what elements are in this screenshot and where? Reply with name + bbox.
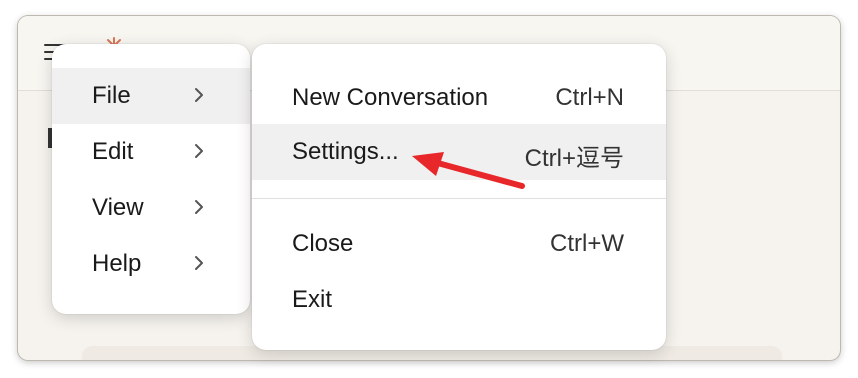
- menu-item-edit[interactable]: Edit: [52, 124, 250, 180]
- menu-item-settings[interactable]: Settings... Ctrl+逗号: [252, 124, 666, 180]
- menu-item-label: New Conversation: [292, 84, 489, 111]
- file-submenu: New Conversation Ctrl+N Settings... Ctrl…: [252, 44, 666, 350]
- chevron-right-icon: [195, 256, 203, 270]
- menu-item-label: Help: [92, 250, 142, 277]
- main-menu: File Edit View Help: [52, 44, 250, 314]
- chevron-right-icon: [195, 88, 203, 102]
- menu-item-view[interactable]: View: [52, 180, 250, 236]
- chevron-right-icon: [195, 144, 203, 158]
- menu-item-label: Edit: [92, 138, 134, 165]
- menu-item-label: Exit: [292, 286, 333, 313]
- menu-item-close[interactable]: Close Ctrl+W: [252, 216, 666, 272]
- chevron-right-icon: [195, 200, 203, 214]
- menu-separator: [252, 198, 666, 199]
- menu-item-help[interactable]: Help: [52, 236, 250, 292]
- shortcut-label: Ctrl+N: [555, 84, 624, 111]
- shortcut-label: Ctrl+逗号: [524, 145, 624, 172]
- shortcut-label: Ctrl+W: [550, 230, 624, 257]
- menu-item-label: Settings...: [292, 138, 399, 165]
- menu-item-label: View: [92, 194, 144, 221]
- menu-item-label: File: [92, 82, 131, 109]
- menu-item-new-conversation[interactable]: New Conversation Ctrl+N: [252, 70, 666, 126]
- menu-item-exit[interactable]: Exit: [252, 272, 666, 328]
- menu-item-label: Close: [292, 230, 354, 257]
- menu-item-file[interactable]: File: [52, 68, 250, 124]
